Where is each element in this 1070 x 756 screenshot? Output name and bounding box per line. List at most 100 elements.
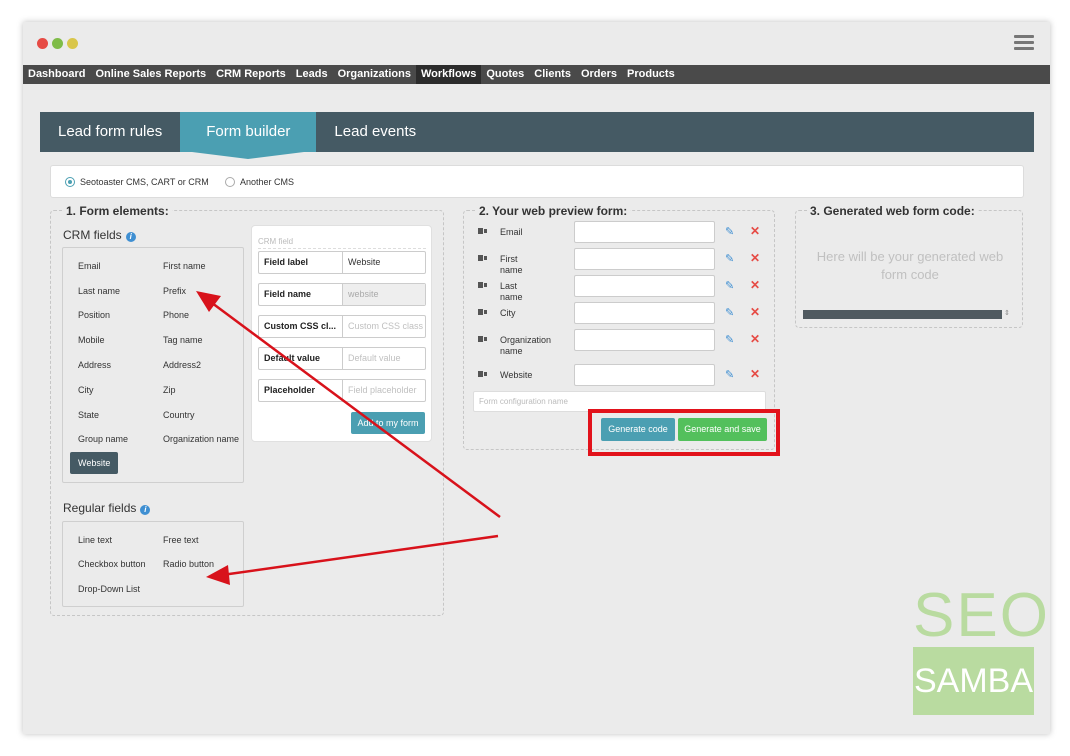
default-value-input[interactable]: Default value xyxy=(343,348,425,369)
cms-radio-another[interactable] xyxy=(225,177,235,187)
tab-lead-form-rules[interactable]: Lead form rules xyxy=(40,112,180,152)
preview-title: 2. Your web preview form: xyxy=(476,204,631,218)
regular-field-line-text[interactable]: Line text xyxy=(78,535,112,545)
cms-selector: Seotoaster CMS, CART or CRM Another CMS xyxy=(50,165,1024,198)
crm-field-group-name[interactable]: Group name xyxy=(78,434,128,444)
hamburger-menu-icon[interactable] xyxy=(1014,35,1034,51)
generated-code-scrollbar[interactable] xyxy=(803,310,1002,319)
preview-input-website[interactable] xyxy=(574,364,715,386)
preview-label-website: Website xyxy=(500,370,533,380)
edit-pencil-icon[interactable]: ✎ xyxy=(725,306,734,319)
default-value-row: Default value Default value xyxy=(258,347,426,370)
edit-pencil-icon[interactable]: ✎ xyxy=(725,333,734,346)
preview-input-email[interactable] xyxy=(574,221,715,243)
field-label-row: Field label Website xyxy=(258,251,426,274)
add-to-form-button[interactable]: Add to my form xyxy=(351,412,425,434)
minimize-window-dot[interactable] xyxy=(67,38,78,49)
crm-field-state[interactable]: State xyxy=(78,410,99,420)
delete-x-icon[interactable]: ✕ xyxy=(750,332,760,346)
field-name-row: Field name website xyxy=(258,283,426,306)
maximize-window-dot[interactable] xyxy=(52,38,63,49)
regular-field-dropdown[interactable]: Drop-Down List xyxy=(78,584,140,594)
close-window-dot[interactable] xyxy=(37,38,48,49)
crm-field-email[interactable]: Email xyxy=(78,261,101,271)
crm-field-address[interactable]: Address xyxy=(78,360,111,370)
crm-field-city[interactable]: City xyxy=(78,385,94,395)
edit-pencil-icon[interactable]: ✎ xyxy=(725,279,734,292)
delete-x-icon[interactable]: ✕ xyxy=(750,278,760,292)
crm-field-position[interactable]: Position xyxy=(78,310,110,320)
preview-label-last-name: Last name xyxy=(500,281,523,302)
regular-field-radio[interactable]: Radio button xyxy=(163,559,214,569)
crm-field-phone[interactable]: Phone xyxy=(163,310,189,320)
delete-x-icon[interactable]: ✕ xyxy=(750,224,760,238)
edit-pencil-icon[interactable]: ✎ xyxy=(725,225,734,238)
crm-field-prefix[interactable]: Prefix xyxy=(163,286,186,296)
field-label-key: Field label xyxy=(259,252,343,273)
drag-handle-icon[interactable] xyxy=(478,282,487,288)
logo-seo-text: SEO xyxy=(913,581,1050,650)
regular-field-free-text[interactable]: Free text xyxy=(163,535,199,545)
seosamba-logo: SEO SAMBA xyxy=(913,581,1050,715)
cms-radio-seotoaster[interactable] xyxy=(65,177,75,187)
crm-field-last-name[interactable]: Last name xyxy=(78,286,120,296)
tab-form-builder[interactable]: Form builder xyxy=(180,112,317,159)
placeholder-input[interactable]: Field placeholder xyxy=(343,380,425,401)
cms-radio-seotoaster-label[interactable]: Seotoaster CMS, CART or CRM xyxy=(80,177,209,187)
default-value-key: Default value xyxy=(259,348,343,369)
edit-pencil-icon[interactable]: ✎ xyxy=(725,252,734,265)
drag-handle-icon[interactable] xyxy=(478,228,487,234)
custom-css-key: Custom CSS cl... xyxy=(259,316,343,337)
nav-crm-reports[interactable]: CRM Reports xyxy=(211,65,291,84)
scroll-arrows-icon[interactable]: ⇕ xyxy=(1004,309,1010,317)
crm-fields-title: CRM fields i xyxy=(63,228,136,242)
crm-field-website[interactable]: Website xyxy=(70,452,119,474)
nav-orders[interactable]: Orders xyxy=(576,65,622,84)
delete-x-icon[interactable]: ✕ xyxy=(750,305,760,319)
delete-x-icon[interactable]: ✕ xyxy=(750,251,760,265)
highlight-box xyxy=(588,409,780,456)
crm-field-country[interactable]: Country xyxy=(163,410,195,420)
nav-online-sales-reports[interactable]: Online Sales Reports xyxy=(90,65,211,84)
regular-field-checkbox[interactable]: Checkbox button xyxy=(78,559,146,569)
drag-handle-icon[interactable] xyxy=(478,371,487,377)
nav-workflows[interactable]: Workflows xyxy=(415,65,482,84)
placeholder-key: Placeholder xyxy=(259,380,343,401)
tab-lead-events[interactable]: Lead events xyxy=(316,112,434,152)
drag-handle-icon[interactable] xyxy=(478,336,487,342)
field-label-input[interactable]: Website xyxy=(343,252,425,273)
crm-field-tag-name[interactable]: Tag name xyxy=(163,335,203,345)
crm-field-zip[interactable]: Zip xyxy=(163,385,176,395)
crm-field-mobile[interactable]: Mobile xyxy=(78,335,105,345)
nav-quotes[interactable]: Quotes xyxy=(481,65,529,84)
logo-samba-text: SAMBA xyxy=(913,647,1034,715)
nav-dashboard[interactable]: Dashboard xyxy=(23,65,90,84)
delete-x-icon[interactable]: ✕ xyxy=(750,367,760,381)
field-editor: CRM field Field label Website Field name… xyxy=(251,225,432,442)
field-name-input[interactable]: website xyxy=(343,284,425,305)
crm-field-organization-name[interactable]: Organization name xyxy=(163,434,239,444)
nav-clients[interactable]: Clients xyxy=(529,65,576,84)
crm-field-address2[interactable]: Address2 xyxy=(163,360,201,370)
regular-fields-info-icon[interactable]: i xyxy=(140,505,151,515)
nav-organizations[interactable]: Organizations xyxy=(333,65,416,84)
title-bar xyxy=(23,22,1050,65)
nav-leads[interactable]: Leads xyxy=(291,65,333,84)
preview-input-organization-name[interactable] xyxy=(574,329,715,351)
generated-code-title: 3. Generated web form code: xyxy=(807,204,978,218)
preview-label-email: Email xyxy=(500,227,523,237)
crm-field-first-name[interactable]: First name xyxy=(163,261,206,271)
preview-input-first-name[interactable] xyxy=(574,248,715,270)
custom-css-input[interactable]: Custom CSS class xyxy=(343,316,425,337)
preview-input-city[interactable] xyxy=(574,302,715,324)
nav-products[interactable]: Products xyxy=(622,65,680,84)
cms-radio-another-label[interactable]: Another CMS xyxy=(240,177,294,187)
preview-input-last-name[interactable] xyxy=(574,275,715,297)
preview-label-organization-name: Organization name xyxy=(500,335,552,356)
drag-handle-icon[interactable] xyxy=(478,255,487,261)
edit-pencil-icon[interactable]: ✎ xyxy=(725,368,734,381)
crm-fields-info-icon[interactable]: i xyxy=(125,232,136,242)
placeholder-row: Placeholder Field placeholder xyxy=(258,379,426,402)
drag-handle-icon[interactable] xyxy=(478,309,487,315)
custom-css-row: Custom CSS cl... Custom CSS class xyxy=(258,315,426,338)
